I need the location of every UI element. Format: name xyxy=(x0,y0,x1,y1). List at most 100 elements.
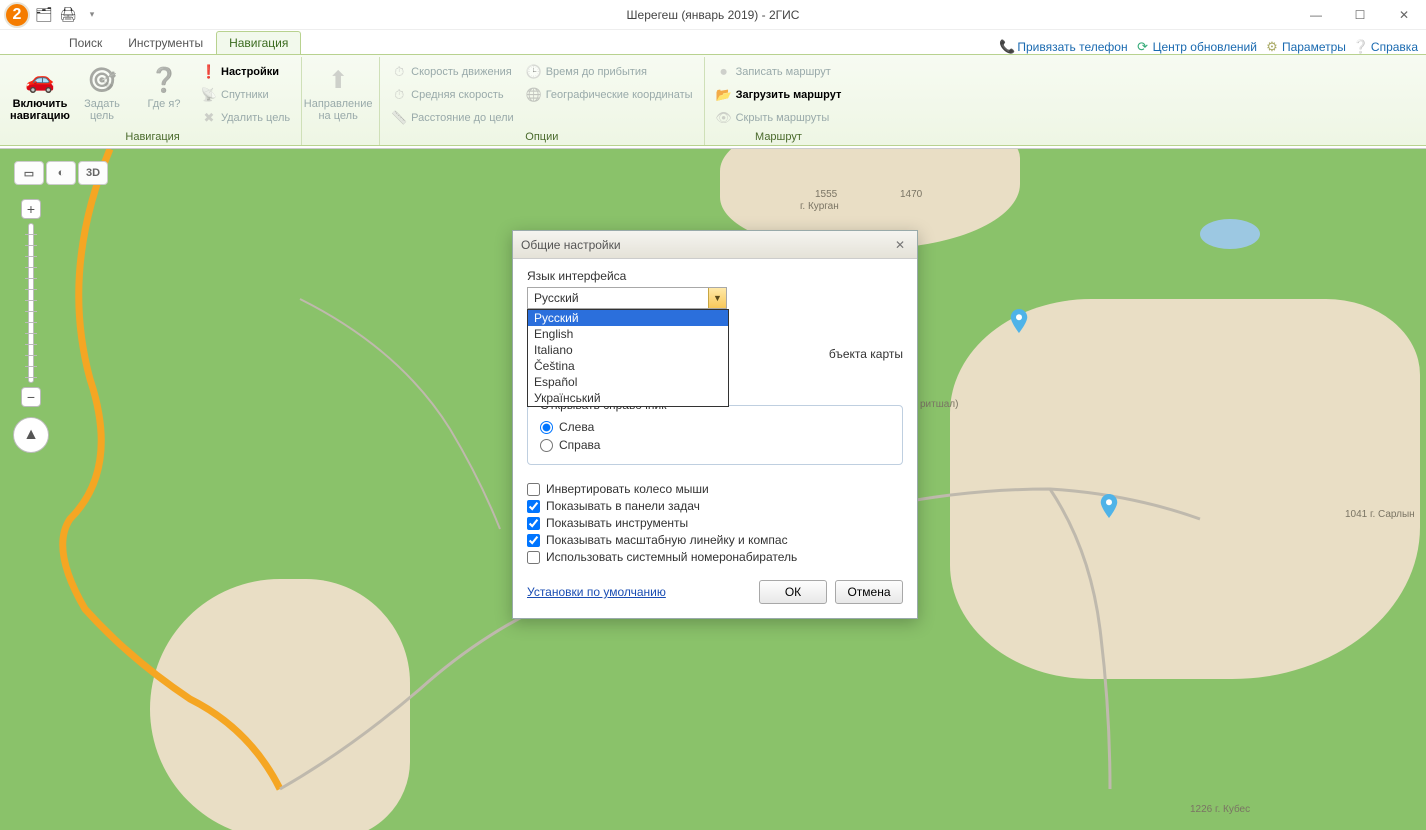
chk-invert-row[interactable]: Инвертировать колесо мыши xyxy=(527,482,903,496)
qat-print-icon[interactable]: 🖨 xyxy=(58,5,78,25)
chk-ruler-row[interactable]: Показывать масштабную линейку и компас xyxy=(527,533,903,547)
avg-speed-button[interactable]: ⏱Средняя скорость xyxy=(386,84,519,106)
zoom-in-button[interactable]: + xyxy=(21,199,41,219)
map-label-maritshal: ритшал) xyxy=(920,399,958,410)
map-3d-button[interactable]: 3D xyxy=(78,161,108,185)
chk-ruler-label: Показывать масштабную линейку и компас xyxy=(546,533,788,547)
window-title: Шерегеш (январь 2019) - 2ГИС xyxy=(0,8,1426,22)
where-am-i-label: Где я? xyxy=(148,98,181,110)
link-bind-phone-label: Привязать телефон xyxy=(1017,40,1127,54)
radio-left-row[interactable]: Слева xyxy=(540,420,890,434)
zoom-slider[interactable] xyxy=(28,223,34,383)
hide-routes-label: Скрыть маршруты xyxy=(736,112,830,124)
chk-invert[interactable] xyxy=(527,483,540,496)
distance-label: Расстояние до цели xyxy=(411,112,514,124)
chk-taskbar-row[interactable]: Показывать в панели задач xyxy=(527,499,903,513)
link-parameters[interactable]: ⚙Параметры xyxy=(1265,40,1346,54)
map-label-alt2: 1470 xyxy=(900,189,922,200)
delete-target-label: Удалить цель xyxy=(221,112,290,124)
minimize-button[interactable]: — xyxy=(1294,0,1338,30)
combobox-dropdown-button[interactable]: ▼ xyxy=(708,288,726,308)
distance-button[interactable]: 📏Расстояние до цели xyxy=(386,107,519,129)
link-update-center-label: Центр обновлений xyxy=(1153,40,1257,54)
record-icon: ⏺ xyxy=(716,64,732,80)
satellites-button[interactable]: 📡Спутники xyxy=(196,84,295,106)
map-label-kurgan: г. Курган xyxy=(800,201,839,212)
title-bar: 2 🗂 🖨 ▾ Шерегеш (январь 2019) - 2ГИС — ☐… xyxy=(0,0,1426,30)
tab-tools[interactable]: Инструменты xyxy=(115,31,216,54)
dialog-titlebar[interactable]: Общие настройки ✕ xyxy=(513,231,917,259)
map-marker-2[interactable] xyxy=(1100,494,1118,518)
load-route-label: Загрузить маршрут xyxy=(736,89,842,101)
where-am-i-button[interactable]: ❓ Где я? xyxy=(134,59,194,115)
enable-navigation-button[interactable]: 🚗 Включить навигацию xyxy=(10,59,70,127)
tab-search[interactable]: Поиск xyxy=(56,31,115,54)
set-target-label: Задать цель xyxy=(75,98,129,122)
load-route-button[interactable]: 📂 Загрузить маршрут xyxy=(711,84,847,106)
defaults-link[interactable]: Установки по умолчанию xyxy=(527,585,666,599)
link-help[interactable]: ❔Справка xyxy=(1354,40,1418,54)
maximize-button[interactable]: ☐ xyxy=(1338,0,1382,30)
chk-taskbar[interactable] xyxy=(527,500,540,513)
speed-button[interactable]: ⏱ Скорость движения xyxy=(386,61,519,83)
chk-ruler[interactable] xyxy=(527,534,540,547)
lang-option-cz[interactable]: Čeština xyxy=(528,358,728,374)
zoom-out-button[interactable]: − xyxy=(21,387,41,407)
coords-button[interactable]: 🌐Географические координаты xyxy=(521,84,698,106)
chk-tools[interactable] xyxy=(527,517,540,530)
ok-button[interactable]: ОК xyxy=(759,580,827,604)
map-ruler-button[interactable]: ▭ xyxy=(14,161,44,185)
tab-navigation[interactable]: Навигация xyxy=(216,31,301,54)
phone-icon: 📞 xyxy=(1000,40,1014,54)
speed-label: Скорость движения xyxy=(411,66,512,78)
eta-button[interactable]: 🕒Время до прибытия xyxy=(521,61,698,83)
radio-right-row[interactable]: Справа xyxy=(540,438,890,452)
hide-routes-button[interactable]: 👁Скрыть маршруты xyxy=(711,107,847,129)
delete-target-button[interactable]: ✖ Удалить цель xyxy=(196,107,295,129)
lang-option-it[interactable]: Italiano xyxy=(528,342,728,358)
chk-tools-row[interactable]: Показывать инструменты xyxy=(527,516,903,530)
group-route-title: Маршрут xyxy=(711,129,847,145)
qat-icon-1[interactable]: 🗂 xyxy=(34,5,54,25)
lang-option-ua[interactable]: Український xyxy=(528,390,728,406)
ribbon: 🚗 Включить навигацию 🎯 Задать цель ❓ Где… xyxy=(0,54,1426,146)
link-bind-phone[interactable]: 📞Привязать телефон xyxy=(1000,40,1127,54)
lang-option-en[interactable]: English xyxy=(528,326,728,342)
map-label-kubes: 1226 г. Кубес xyxy=(1190,804,1250,815)
settings-small-icon: ❗ xyxy=(201,64,217,80)
cancel-button[interactable]: Отмена xyxy=(835,580,903,604)
radio-left[interactable] xyxy=(540,421,553,434)
language-dropdown-list: Русский English Italiano Čeština Español… xyxy=(527,309,729,407)
app-logo[interactable]: 2 xyxy=(4,2,30,28)
avg-speed-label: Средняя скорость xyxy=(411,89,503,101)
chk-dialer[interactable] xyxy=(527,551,540,564)
set-target-button[interactable]: 🎯 Задать цель xyxy=(72,59,132,127)
close-button[interactable]: ✕ xyxy=(1382,0,1426,30)
language-combobox[interactable]: Русский ▼ Русский English Italiano Češti… xyxy=(527,287,727,309)
link-help-label: Справка xyxy=(1371,40,1418,54)
location-icon: ❓ xyxy=(148,64,180,96)
partial-object-text: бъекта карты xyxy=(829,347,903,361)
chk-dialer-row[interactable]: Использовать системный номеронабиратель xyxy=(527,550,903,564)
nav-settings-button[interactable]: ❗Настройки xyxy=(196,61,295,83)
radio-right[interactable] xyxy=(540,439,553,452)
dialog-close-button[interactable]: ✕ xyxy=(891,236,909,254)
open-reference-groupbox: Открывать справочник Слева Справа xyxy=(527,405,903,465)
compass-button[interactable]: ▲ xyxy=(13,417,49,453)
coords-label: Географические координаты xyxy=(546,89,693,101)
qat-dropdown-icon[interactable]: ▾ xyxy=(82,5,102,25)
direction-to-target-button[interactable]: ⬆ Направление на цель xyxy=(308,59,368,127)
lang-option-ru[interactable]: Русский xyxy=(528,310,728,326)
record-route-button[interactable]: ⏺Записать маршрут xyxy=(711,61,847,83)
group-direction-title xyxy=(308,127,373,143)
delete-icon: ✖ xyxy=(201,110,217,126)
map-toggle-button[interactable]: ◐ xyxy=(46,161,76,185)
map-marker-1[interactable] xyxy=(1010,309,1028,333)
lang-option-es[interactable]: Español xyxy=(528,374,728,390)
link-update-center[interactable]: ⟳Центр обновлений xyxy=(1136,40,1257,54)
radio-right-label: Справа xyxy=(559,438,600,452)
folder-open-icon: 📂 xyxy=(716,87,732,103)
ribbon-tabs: Поиск Инструменты Навигация 📞Привязать т… xyxy=(0,30,1426,54)
clock-icon: 🕒 xyxy=(526,64,542,80)
speed-icon: ⏱ xyxy=(391,64,407,80)
